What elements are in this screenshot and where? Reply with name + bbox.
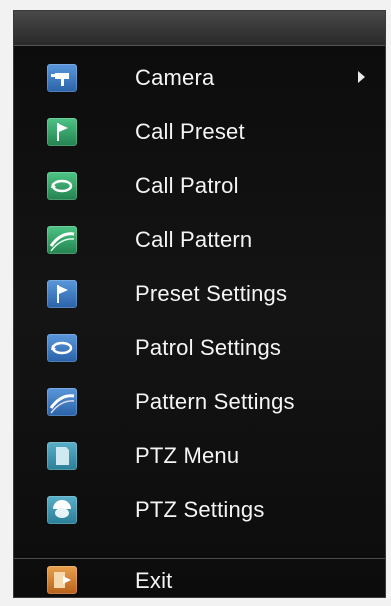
menu-item-pattern-settings[interactable]: Pattern Settings [14,375,385,429]
menu-item-ptz-settings[interactable]: PTZ Settings [14,483,385,537]
menu-item-patrol-settings[interactable]: Patrol Settings [14,321,385,375]
menu-item-label: Call Pattern [135,227,253,252]
flag-icon [47,118,77,146]
menu-item-label: Call Patrol [135,173,239,198]
ptz-context-menu: Camera Call Preset Call Patrol Call Patt… [13,10,386,598]
loop-arrow-icon [47,334,77,362]
menu-item-label: PTZ Menu [135,443,240,468]
menu-title-bar [14,11,385,46]
menu-item-label: Preset Settings [135,281,288,306]
flag-icon [47,280,77,308]
menu-item-label: PTZ Settings [135,497,265,522]
menu-item-preset-settings[interactable]: Preset Settings [14,267,385,321]
menu-item-label: Exit [135,568,173,593]
menu-divider [14,558,385,559]
menu-item-exit[interactable]: Exit [14,560,385,600]
menu-item-label: Pattern Settings [135,389,295,414]
menu-item-call-patrol[interactable]: Call Patrol [14,159,385,213]
camera-icon [47,64,77,92]
submenu-arrow-icon [358,71,365,83]
menu-item-call-pattern[interactable]: Call Pattern [14,213,385,267]
exit-icon [47,566,77,594]
document-icon [47,442,77,470]
pattern-icon [47,388,77,416]
pattern-icon [47,226,77,254]
menu-item-label: Call Preset [135,119,245,144]
menu-item-label: Patrol Settings [135,335,282,360]
menu-item-call-preset[interactable]: Call Preset [14,105,385,159]
menu-item-ptz-menu[interactable]: PTZ Menu [14,429,385,483]
menu-item-camera[interactable]: Camera [14,51,385,105]
menu-item-label: Camera [135,65,215,90]
dome-camera-icon [47,496,77,524]
loop-arrow-icon [47,172,77,200]
